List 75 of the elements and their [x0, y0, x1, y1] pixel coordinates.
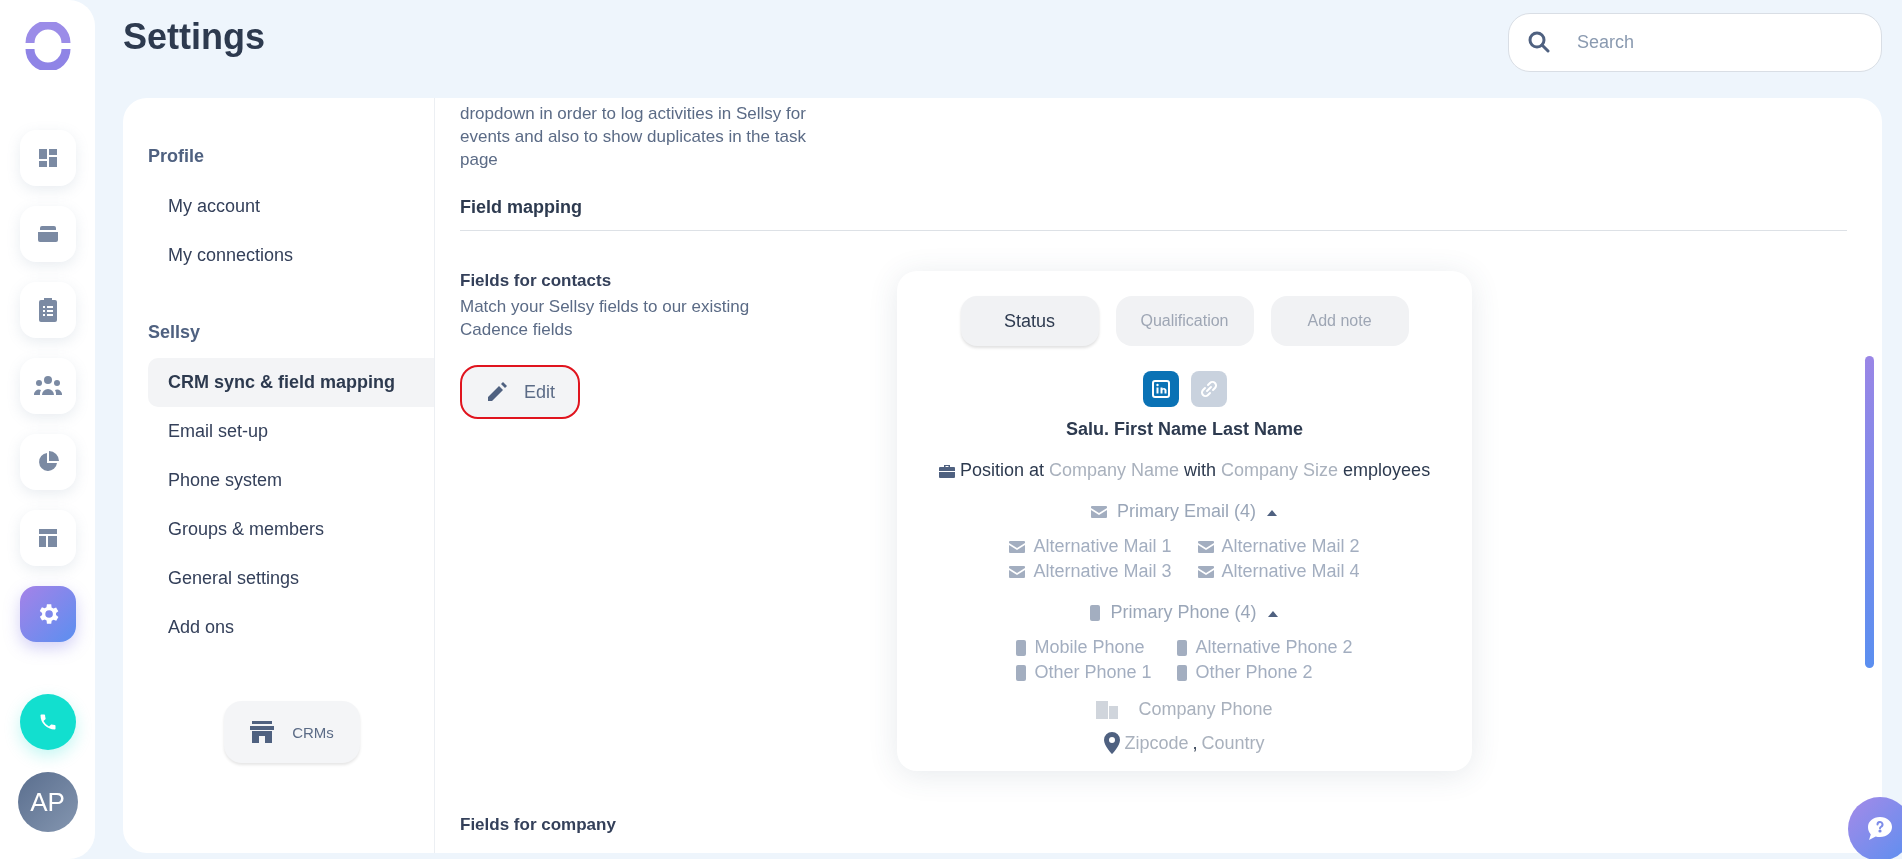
placeholder-field: Company Name [1048, 460, 1179, 481]
alternative-field: Alternative Mail 4 [1221, 561, 1360, 582]
subsection-title: Fields for contacts [460, 271, 613, 291]
help-button[interactable] [1848, 797, 1902, 859]
pencil-icon [486, 381, 508, 403]
nav-section-title: Sellsy [148, 321, 202, 344]
mobile-phone-icon [1016, 639, 1027, 656]
link-icon [1199, 380, 1218, 398]
mail-icon [1009, 565, 1026, 578]
rail-button[interactable] [19, 206, 76, 262]
position-text: employees [1343, 460, 1431, 481]
linkedin-button[interactable] [1142, 371, 1179, 407]
nav-item[interactable]: Add ons [148, 603, 434, 652]
chat-help-icon [1866, 816, 1894, 842]
clipboard-icon [36, 297, 59, 323]
caret-icon[interactable] [1266, 610, 1279, 618]
caret-icon[interactable] [1266, 509, 1278, 517]
primary-phone-label: Primary Phone (4) [1110, 602, 1257, 623]
position-text: Position at [959, 460, 1044, 481]
alternative-field: Alternative Mail 2 [1221, 536, 1360, 557]
nav-item[interactable]: My connections [148, 231, 434, 280]
description-text: dropdown in order to log activities in Sellsy for events and also to show duplicates in the task page [460, 103, 807, 171]
separator-text: , [1192, 732, 1198, 754]
rail-button[interactable] [19, 434, 76, 490]
alternative-field: Other Phone 1 [1034, 662, 1152, 683]
alternative-field: Other Phone 2 [1195, 662, 1313, 683]
nav-item[interactable]: Email set-up [148, 407, 434, 456]
nav-item[interactable]: CRM sync & field mapping [148, 358, 434, 407]
company-phone-field: Company Phone [1138, 699, 1273, 720]
subsection-description: Match your Sellsy fields to our existing Cadence fields [460, 296, 751, 341]
nav-item[interactable]: Groups & members [148, 505, 434, 554]
mail-icon [1091, 505, 1107, 518]
scrollbar[interactable] [1865, 356, 1874, 668]
edit-button[interactable]: Edit [460, 365, 580, 419]
location-pin-icon [1104, 732, 1121, 754]
building-icon [1096, 700, 1119, 719]
crms-button[interactable]: CRMs [224, 701, 360, 763]
briefcase-icon [938, 463, 955, 478]
nav-item[interactable]: Phone system [148, 456, 434, 505]
rail-button[interactable] [19, 586, 76, 642]
contact-name: Salu. First Name Last Name [1065, 419, 1304, 440]
nav-section-title: Profile [148, 145, 205, 168]
placeholder-field: Zipcode [1124, 732, 1189, 754]
mobile-phone-icon [1177, 664, 1188, 681]
mail-icon [1197, 540, 1214, 553]
primary-email-label: Primary Email (4) [1117, 501, 1256, 522]
alternative-field: Alternative Mail 3 [1033, 561, 1172, 582]
mail-icon [1197, 565, 1214, 578]
card-tab[interactable]: Status [960, 296, 1099, 346]
placeholder-field: Country [1201, 732, 1265, 754]
rail-button[interactable] [19, 510, 76, 566]
placeholder-field: Company Size [1221, 460, 1339, 481]
mobile-phone-icon [1090, 604, 1101, 621]
subsection-title: Fields for company [460, 815, 617, 835]
page-title: Settings [123, 16, 265, 58]
mobile-phone-icon [1016, 664, 1027, 681]
section-heading: Field mapping [460, 197, 1847, 231]
logo [23, 22, 72, 70]
alternative-field: Alternative Mail 1 [1033, 536, 1172, 557]
search-field[interactable]: Search [1508, 13, 1882, 72]
rail-button[interactable] [19, 282, 76, 338]
people-icon [33, 375, 62, 397]
alternative-field: Alternative Phone 2 [1195, 637, 1353, 658]
store-icon [250, 721, 275, 743]
user-avatar[interactable]: AP [17, 772, 78, 832]
mobile-phone-icon [1177, 639, 1188, 656]
alternative-field: Mobile Phone [1034, 637, 1145, 658]
rail-button[interactable] [19, 130, 76, 186]
mail-icon [1009, 540, 1026, 553]
nav-item[interactable]: General settings [148, 554, 434, 603]
rail-button[interactable] [19, 358, 76, 414]
position-text: with [1184, 460, 1216, 481]
nav-item[interactable]: My account [148, 182, 434, 231]
pie-chart-icon [36, 451, 59, 473]
linkedin-icon [1151, 380, 1170, 398]
